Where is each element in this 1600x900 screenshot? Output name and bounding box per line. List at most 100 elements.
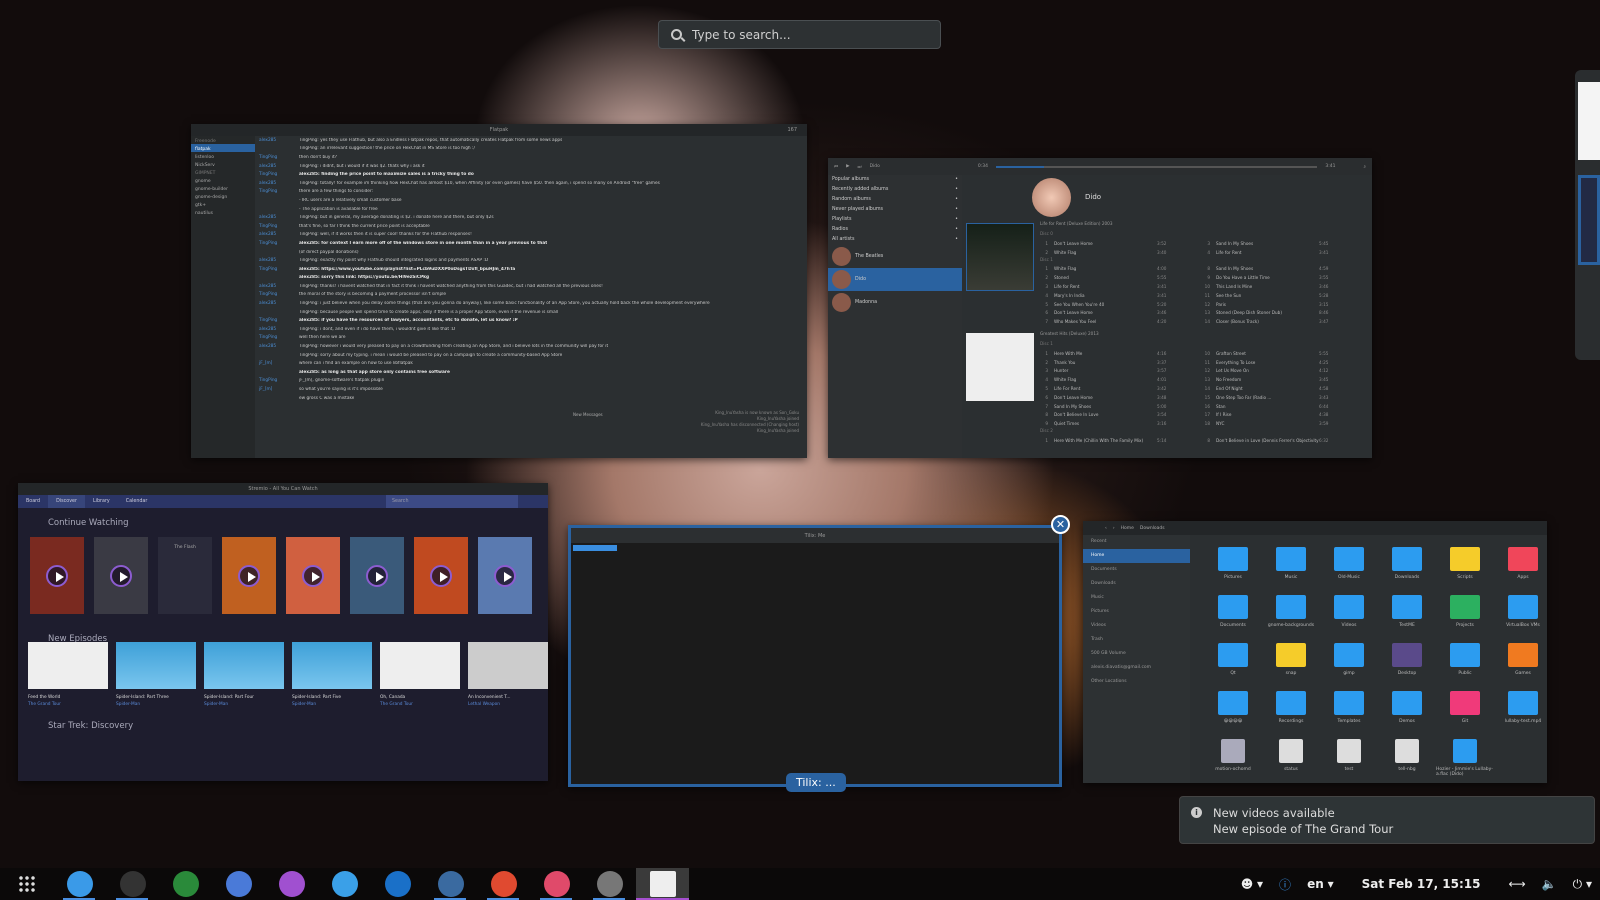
track-row[interactable]: 17 If I Rise 4:38 <box>1202 411 1337 420</box>
track-row[interactable]: 15 One Step Too Far (Radio ... 3:43 <box>1202 393 1337 402</box>
sidebar-item[interactable]: Home <box>1083 549 1190 563</box>
file-item[interactable]: Desktop <box>1378 639 1436 686</box>
play-icon[interactable] <box>46 564 68 587</box>
file-item[interactable]: Public <box>1436 639 1494 686</box>
emoji-indicator-icon[interactable]: ☻ ▾ <box>1233 877 1271 891</box>
track-row[interactable]: 5 See You When You're 40 5:20 <box>1040 300 1175 309</box>
library-item[interactable]: Radios • <box>828 225 962 235</box>
nick[interactable]: alex285 <box>255 327 299 332</box>
track-row[interactable]: 2 Thank You 3:37 <box>1040 358 1175 367</box>
episode-card[interactable]: Spider-Island: Part Three Spider-Man <box>116 642 196 707</box>
file-item[interactable]: test <box>1320 735 1378 782</box>
channel-item[interactable]: gnome-design <box>191 192 255 200</box>
track-row[interactable]: 4 Mary's In India 3:41 <box>1040 291 1175 300</box>
channel-list[interactable]: Freenode flatpak listenloo NickServ GIMPNET g… <box>191 136 255 458</box>
breadcrumb[interactable]: ‹ › Home Downloads <box>1083 521 1547 535</box>
workspace-thumb-active[interactable] <box>1578 175 1600 265</box>
file-item[interactable]: Old-Music <box>1320 543 1378 590</box>
library-item[interactable]: All artists • <box>828 235 962 245</box>
file-item[interactable]: Git <box>1436 687 1494 734</box>
nick[interactable]: alex285 <box>255 138 299 143</box>
track-row[interactable]: 1 White Flag 4:00 <box>1040 265 1175 274</box>
sidebar-item[interactable]: alexis.diavatis@gmail.com <box>1083 661 1190 675</box>
track-row[interactable]: 1 Here With Me (Chillin With The Family M… <box>1040 436 1175 445</box>
file-item[interactable]: Games <box>1494 639 1547 686</box>
network-header[interactable]: GIMPNET <box>191 168 255 176</box>
dock-code-editor[interactable] <box>159 868 212 900</box>
nick[interactable]: TingPing <box>255 318 299 323</box>
play-icon[interactable] <box>430 564 452 587</box>
library-item[interactable]: Random albums • <box>828 195 962 205</box>
track-row[interactable]: 11 Everything To Lose 4:25 <box>1202 358 1337 367</box>
nav-tab-calendar[interactable]: Calendar <box>118 495 156 508</box>
dock-browser-blue[interactable] <box>371 868 424 900</box>
dock-apps-grid[interactable] <box>0 868 53 900</box>
nick[interactable]: alex285 <box>255 232 299 237</box>
track-row[interactable]: 11 See the Sun 5:28 <box>1202 291 1337 300</box>
nick[interactable]: alex285 <box>255 258 299 263</box>
dock-chrome[interactable] <box>477 868 530 900</box>
track-row[interactable]: 5 Life For Rent 3:42 <box>1040 384 1175 393</box>
sidebar-item[interactable]: Other Locations <box>1083 675 1190 689</box>
album-cover[interactable] <box>966 333 1034 401</box>
track-row[interactable]: 13 Stoned (Deep Dish Stoner Dub) 8:46 <box>1202 309 1337 318</box>
track-row[interactable]: 3 Life for Rent 3:41 <box>1040 282 1175 291</box>
dock-stremio[interactable] <box>530 868 583 900</box>
track-row[interactable]: 10 This Land Is Mine 3:46 <box>1202 282 1337 291</box>
file-item[interactable]: snap <box>1262 639 1320 686</box>
file-item[interactable]: Pictures <box>1204 543 1262 590</box>
track-row[interactable]: 12 Paris 3:15 <box>1202 300 1337 309</box>
prev-icon[interactable]: ⏮ <box>834 164 838 170</box>
sidebar-item[interactable]: Downloads <box>1083 577 1190 591</box>
volume-icon[interactable]: 🔈 <box>1534 877 1565 891</box>
dock-chromium-like[interactable] <box>212 868 265 900</box>
poster[interactable] <box>478 537 532 614</box>
nick[interactable]: alex285 <box>255 301 299 306</box>
poster[interactable] <box>94 537 148 614</box>
play-icon[interactable] <box>494 564 516 587</box>
channel-item[interactable]: listenloo <box>191 152 255 160</box>
nick[interactable]: TingPing <box>255 172 299 177</box>
sidebar-item[interactable]: Documents <box>1083 563 1190 577</box>
track-row[interactable]: 2 Stoned 5:55 <box>1040 273 1175 282</box>
network-header[interactable]: Freenode <box>191 136 255 144</box>
episode-card[interactable]: An Inconvenient T... Lethal Weapon <box>468 642 548 707</box>
library-item[interactable]: Recently added albums • <box>828 185 962 195</box>
file-item[interactable]: status <box>1262 735 1320 782</box>
poster[interactable] <box>350 537 404 614</box>
channel-item[interactable]: gnome <box>191 176 255 184</box>
track-row[interactable]: 7 Who Makes You Feel 4:20 <box>1040 317 1175 326</box>
nautilus-window[interactable]: ‹ › Home Downloads Recent Home Documents Downl… <box>1083 521 1547 783</box>
play-icon[interactable]: ▶ <box>846 164 849 169</box>
sidebar-item[interactable]: Trash <box>1083 633 1190 647</box>
show-name[interactable]: The Grand Tour <box>380 702 460 707</box>
channel-item[interactable]: flatpak <box>191 144 255 152</box>
file-item[interactable]: tell-nbg <box>1378 735 1436 782</box>
nick[interactable]: TingPing <box>255 335 299 340</box>
file-item[interactable]: Qt <box>1204 639 1262 686</box>
track-row[interactable]: 3 Sand In My Shoes 5:45 <box>1202 239 1337 248</box>
play-icon[interactable] <box>110 564 132 587</box>
nick[interactable]: TingPing <box>255 224 299 229</box>
dock-video-player[interactable] <box>265 868 318 900</box>
file-item[interactable]: Downloads <box>1378 543 1436 590</box>
sidebar-item[interactable]: Recent <box>1083 535 1190 549</box>
track-row[interactable]: 9 Quiet Times 3:16 <box>1040 419 1175 428</box>
language-selector[interactable]: en ▾ <box>1299 877 1342 891</box>
file-item[interactable]: gnome-backgrounds <box>1262 591 1320 638</box>
nick[interactable]: TingPing <box>255 267 299 272</box>
channel-item[interactable]: gtk+ <box>191 200 255 208</box>
track-row[interactable]: 8 Sand In My Shoes 4:59 <box>1202 265 1337 274</box>
back-icon[interactable]: ‹ <box>1105 526 1107 531</box>
episode-card[interactable]: Oh, Canada The Grand Tour <box>380 642 460 707</box>
file-item[interactable]: VirtualBox VMs <box>1494 591 1547 638</box>
track-row[interactable]: 7 Sand In My Shoes 5:00 <box>1040 402 1175 411</box>
episode-card[interactable]: Spider-Island: Part Four Spider-Man <box>204 642 284 707</box>
play-icon[interactable] <box>366 564 388 587</box>
sidebar-item[interactable]: Pictures <box>1083 605 1190 619</box>
play-icon[interactable] <box>302 564 324 587</box>
dock-terminal[interactable] <box>106 868 159 900</box>
show-name[interactable]: The Grand Tour <box>28 702 108 707</box>
nav-tab-library[interactable]: Library <box>85 495 118 508</box>
search-input[interactable]: Search <box>386 495 518 508</box>
